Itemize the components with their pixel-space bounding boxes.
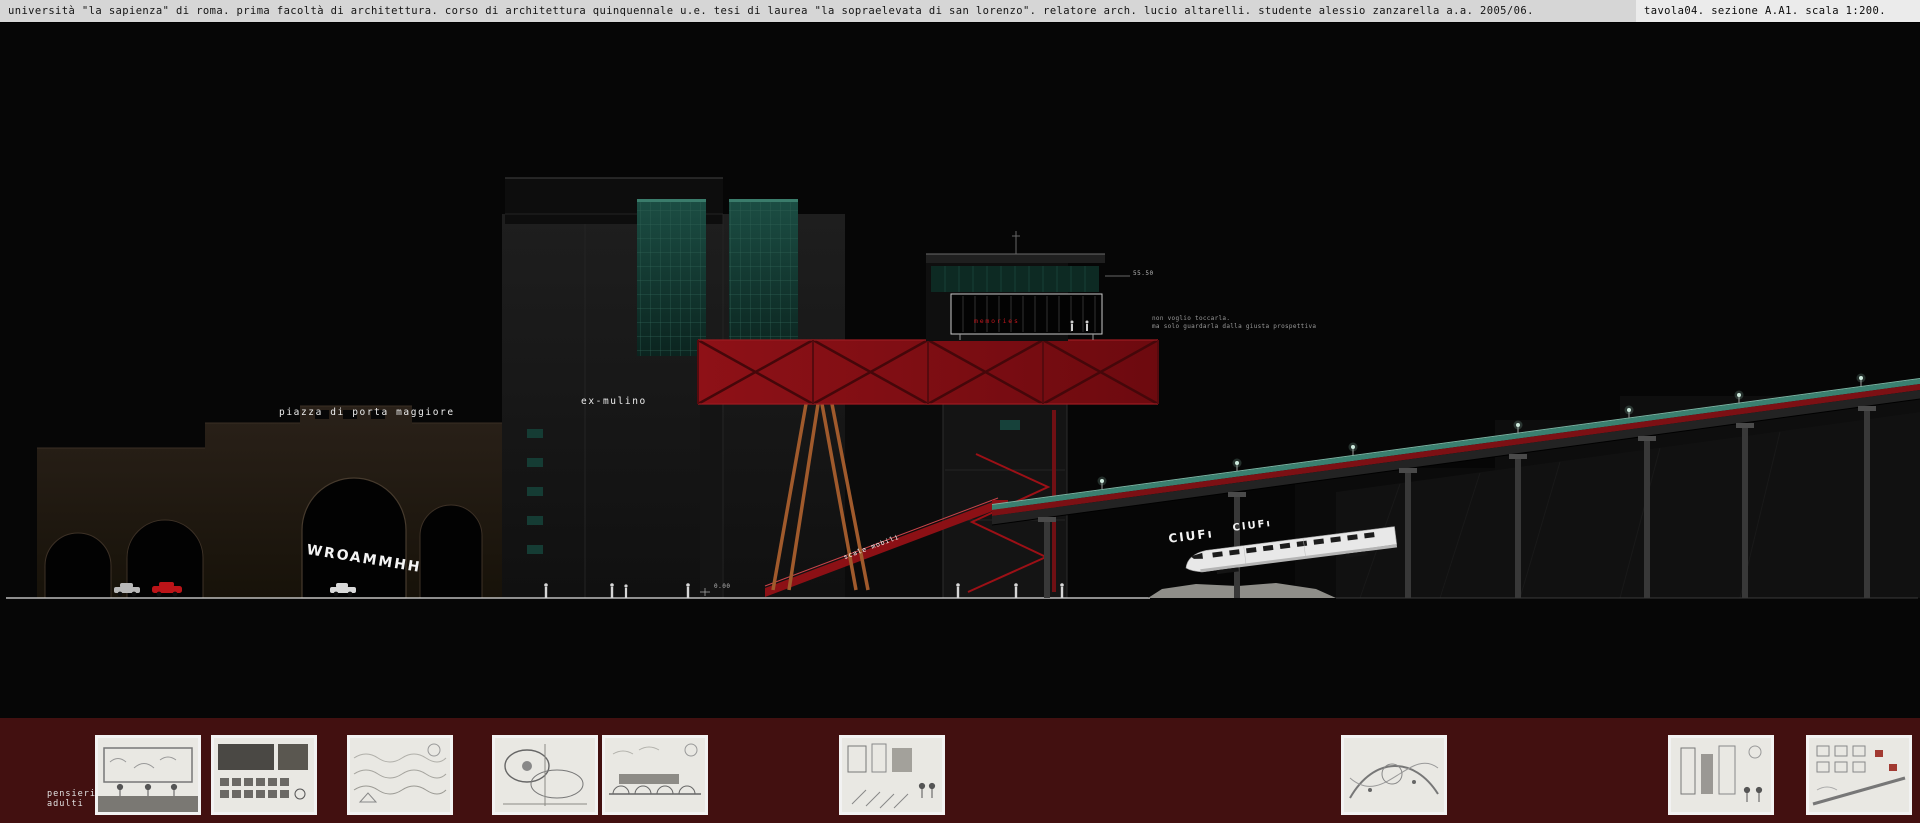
section-drawing (0, 0, 1920, 823)
footer-caption: pensieri adulti (47, 789, 96, 809)
child-drawing-7 (1344, 738, 1444, 812)
red-truss-box (698, 340, 1158, 404)
child-drawing-6 (842, 738, 942, 812)
child-drawing-2 (214, 738, 314, 812)
child-drawing-9 (1809, 738, 1909, 812)
footer-caption-line1: pensieri (47, 789, 96, 799)
child-drawing-thumbnail-9 (1806, 735, 1912, 815)
child-drawing-thumbnail-2 (211, 735, 317, 815)
child-drawing-1 (98, 738, 198, 812)
child-drawing-5 (605, 738, 705, 812)
child-drawing-thumbnail-1 (95, 735, 201, 815)
child-drawing-thumbnail-6 (839, 735, 945, 815)
child-drawing-thumbnail-8 (1668, 735, 1774, 815)
child-drawing-thumbnail-7 (1341, 735, 1447, 815)
plate-label: tavola04. sezione A.A1. scala 1:200. (1636, 0, 1920, 22)
child-drawing-thumbnail-4 (492, 735, 598, 815)
title-bar: università "la sapienza" di roma. prima … (0, 0, 1920, 23)
shaft-gap (845, 404, 943, 598)
project-title: università "la sapienza" di roma. prima … (8, 0, 1628, 22)
footer-band: pensieri adulti (0, 718, 1920, 823)
child-drawing-thumbnail-3 (347, 735, 453, 815)
presentation-board: università "la sapienza" di roma. prima … (0, 0, 1920, 823)
child-drawing-thumbnail-5 (602, 735, 708, 815)
footer-caption-line2: adulti (47, 799, 96, 809)
child-drawing-4 (495, 738, 595, 812)
child-drawing-8 (1671, 738, 1771, 812)
child-drawing-3 (350, 738, 450, 812)
